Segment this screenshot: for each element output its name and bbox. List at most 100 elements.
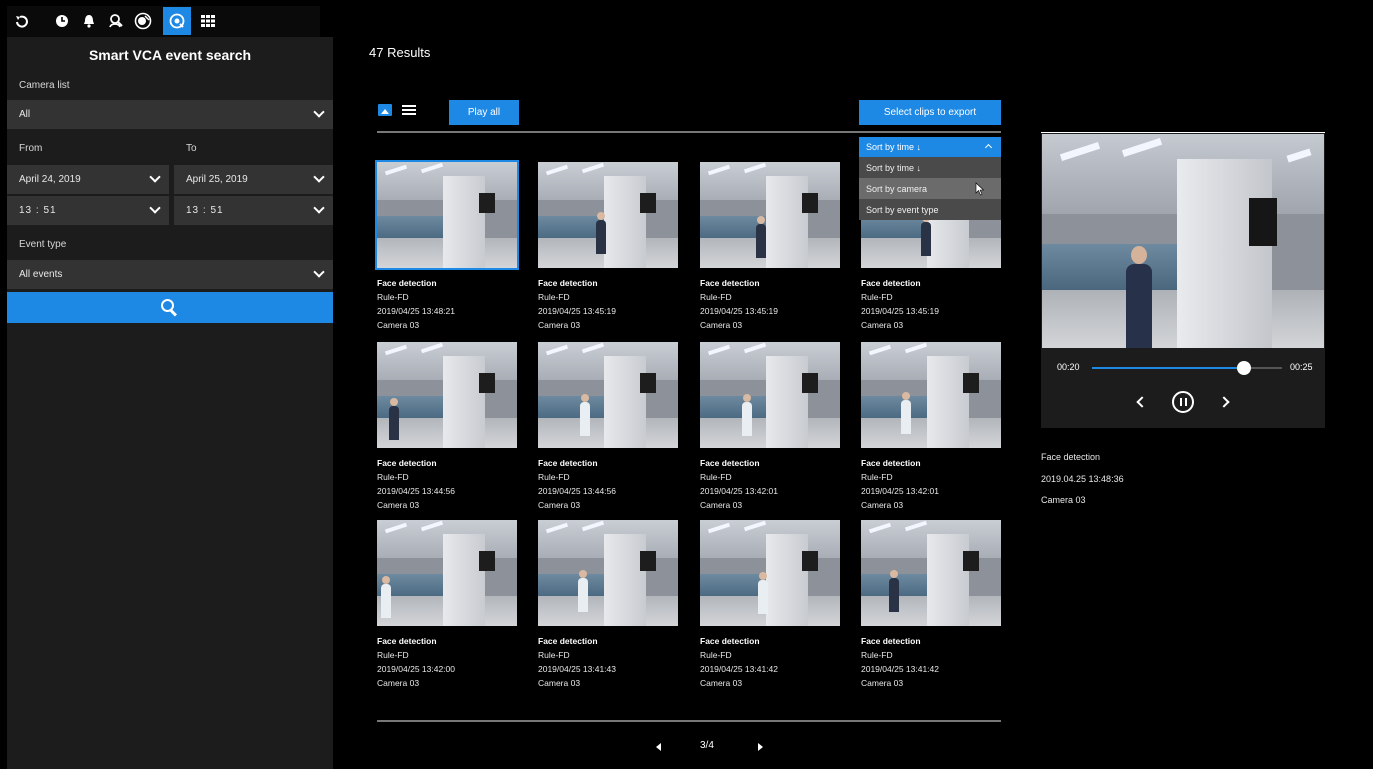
chevron-down-icon xyxy=(149,202,161,214)
top-toolbar xyxy=(7,6,320,37)
sort-option-event-type[interactable]: Sort by event type xyxy=(859,199,1001,220)
result-card[interactable]: Face detection Rule-FD 2019/04/25 13:41:42… xyxy=(700,520,840,690)
select-clips-export-button[interactable]: Select clips to export xyxy=(859,100,1001,125)
smart-search-icon[interactable] xyxy=(163,7,191,35)
chevron-left-icon xyxy=(1136,396,1148,408)
prev-page-icon[interactable] xyxy=(656,743,661,751)
result-thumbnail[interactable] xyxy=(377,342,517,448)
seek-handle[interactable] xyxy=(1237,361,1251,375)
result-rule: Rule-FD xyxy=(538,472,570,482)
result-details: Face detection Rule-FD 2019/04/25 13:41:43… xyxy=(538,634,678,690)
result-event-type: Face detection xyxy=(861,636,921,646)
previous-clip-button[interactable] xyxy=(1136,396,1148,408)
result-thumbnail[interactable] xyxy=(700,162,840,268)
result-timestamp: 2019/04/25 13:41:43 xyxy=(538,664,616,674)
result-card[interactable]: Face detection Rule-FD 2019/04/25 13:41:42… xyxy=(861,520,1001,690)
chevron-right-icon xyxy=(1218,396,1230,408)
result-event-type: Face detection xyxy=(700,278,760,288)
result-camera: Camera 03 xyxy=(377,500,420,510)
result-thumbnail[interactable] xyxy=(700,520,840,626)
result-thumbnail[interactable] xyxy=(538,342,678,448)
result-card[interactable]: Face detection Rule-FD 2019/04/25 13:45:19… xyxy=(538,162,678,332)
result-thumbnail[interactable] xyxy=(375,160,519,270)
from-time-select[interactable]: 13 : 51 xyxy=(7,196,169,225)
result-rule: Rule-FD xyxy=(377,650,409,660)
result-card[interactable]: Face detection Rule-FD 2019/04/25 13:41:43… xyxy=(538,520,678,690)
seek-progress xyxy=(1092,367,1244,369)
result-details: Face detection Rule-FD 2019/04/25 13:42:01… xyxy=(861,456,1001,512)
result-camera: Camera 03 xyxy=(538,320,581,330)
pause-button[interactable] xyxy=(1172,391,1194,413)
to-time-select[interactable]: 13 : 51 xyxy=(174,196,333,225)
thumbnail-view-icon[interactable] xyxy=(378,104,392,116)
video-frame[interactable] xyxy=(1042,134,1324,348)
result-thumbnail[interactable] xyxy=(538,162,678,268)
bell-icon[interactable] xyxy=(78,10,100,32)
result-timestamp: 2019/04/25 13:48:21 xyxy=(377,306,455,316)
result-thumbnail[interactable] xyxy=(538,520,678,626)
result-event-type: Face detection xyxy=(700,458,760,468)
result-details: Face detection Rule-FD 2019/04/25 13:41:42… xyxy=(700,634,840,690)
result-camera: Camera 03 xyxy=(377,320,420,330)
result-event-type: Face detection xyxy=(700,636,760,646)
result-camera: Camera 03 xyxy=(861,500,904,510)
result-details: Face detection Rule-FD 2019/04/25 13:42:00… xyxy=(377,634,517,690)
play-all-button[interactable]: Play all xyxy=(449,100,519,125)
result-card[interactable]: Face detection Rule-FD 2019/04/25 13:42:00… xyxy=(377,520,517,690)
result-camera: Camera 03 xyxy=(861,320,904,330)
clock-icon[interactable] xyxy=(51,10,73,32)
result-thumbnail[interactable] xyxy=(700,342,840,448)
search-button[interactable] xyxy=(7,292,333,323)
result-camera: Camera 03 xyxy=(700,500,743,510)
result-card[interactable]: Face detection Rule-FD 2019/04/25 13:42:01… xyxy=(700,342,840,512)
result-card[interactable]: Face detection Rule-FD 2019/04/25 13:44:56… xyxy=(538,342,678,512)
result-timestamp: 2019/04/25 13:42:01 xyxy=(861,486,939,496)
result-card[interactable]: Face detection Rule-FD 2019/04/25 13:45:19… xyxy=(700,162,840,332)
result-timestamp: 2019/04/25 13:42:01 xyxy=(700,486,778,496)
results-count: 47 Results xyxy=(369,45,431,60)
result-timestamp: 2019/04/25 13:45:19 xyxy=(700,306,778,316)
result-camera: Camera 03 xyxy=(538,678,581,688)
from-date-value: April 24, 2019 xyxy=(19,174,81,185)
vca-icon[interactable] xyxy=(132,10,154,32)
face-search-icon[interactable] xyxy=(105,10,127,32)
to-date-select[interactable]: April 25, 2019 xyxy=(174,165,333,194)
chevron-up-icon xyxy=(984,143,993,152)
from-time-value: 13 : 51 xyxy=(19,205,57,216)
list-view-icon[interactable] xyxy=(402,104,416,116)
result-rule: Rule-FD xyxy=(861,472,893,482)
next-clip-button[interactable] xyxy=(1218,396,1230,408)
result-details: Face detection Rule-FD 2019/04/25 13:44:56… xyxy=(538,456,678,512)
search-sidebar: Smart VCA event search Camera list All F… xyxy=(7,37,333,769)
seek-slider[interactable] xyxy=(1092,361,1282,375)
chevron-down-icon xyxy=(149,171,161,183)
sort-option-time[interactable]: Sort by time ↓ xyxy=(859,157,1001,178)
chevron-down-icon xyxy=(313,266,325,278)
preview-camera: Camera 03 xyxy=(1041,495,1086,505)
result-thumbnail[interactable] xyxy=(377,520,517,626)
result-thumbnail[interactable] xyxy=(861,342,1001,448)
to-label: To xyxy=(186,143,197,154)
result-thumbnail[interactable] xyxy=(861,520,1001,626)
event-type-select[interactable]: All events xyxy=(7,260,333,289)
result-event-type: Face detection xyxy=(538,636,598,646)
sort-select[interactable]: Sort by time ↓ xyxy=(859,137,1001,157)
result-card[interactable]: Face detection Rule-FD 2019/04/25 13:48:21… xyxy=(375,160,519,332)
result-card[interactable]: Face detection Rule-FD 2019/04/25 13:42:01… xyxy=(861,342,1001,512)
result-rule: Rule-FD xyxy=(377,472,409,482)
grid-icon[interactable] xyxy=(197,10,219,32)
next-page-icon[interactable] xyxy=(758,743,763,751)
result-card[interactable]: Face detection Rule-FD 2019/04/25 13:44:56… xyxy=(377,342,517,512)
result-camera: Camera 03 xyxy=(700,320,743,330)
result-rule: Rule-FD xyxy=(538,292,570,302)
camera-list-select[interactable]: All xyxy=(7,100,333,129)
result-rule: Rule-FD xyxy=(377,292,409,302)
result-details: Face detection Rule-FD 2019/04/25 13:45:19… xyxy=(700,276,840,332)
result-timestamp: 2019/04/25 13:45:19 xyxy=(538,306,616,316)
search-icon xyxy=(161,298,179,317)
result-rule: Rule-FD xyxy=(538,650,570,660)
sidebar-title: Smart VCA event search xyxy=(88,47,252,63)
back-icon[interactable] xyxy=(11,10,33,32)
result-timestamp: 2019/04/25 13:44:56 xyxy=(377,486,455,496)
from-date-select[interactable]: April 24, 2019 xyxy=(7,165,169,194)
